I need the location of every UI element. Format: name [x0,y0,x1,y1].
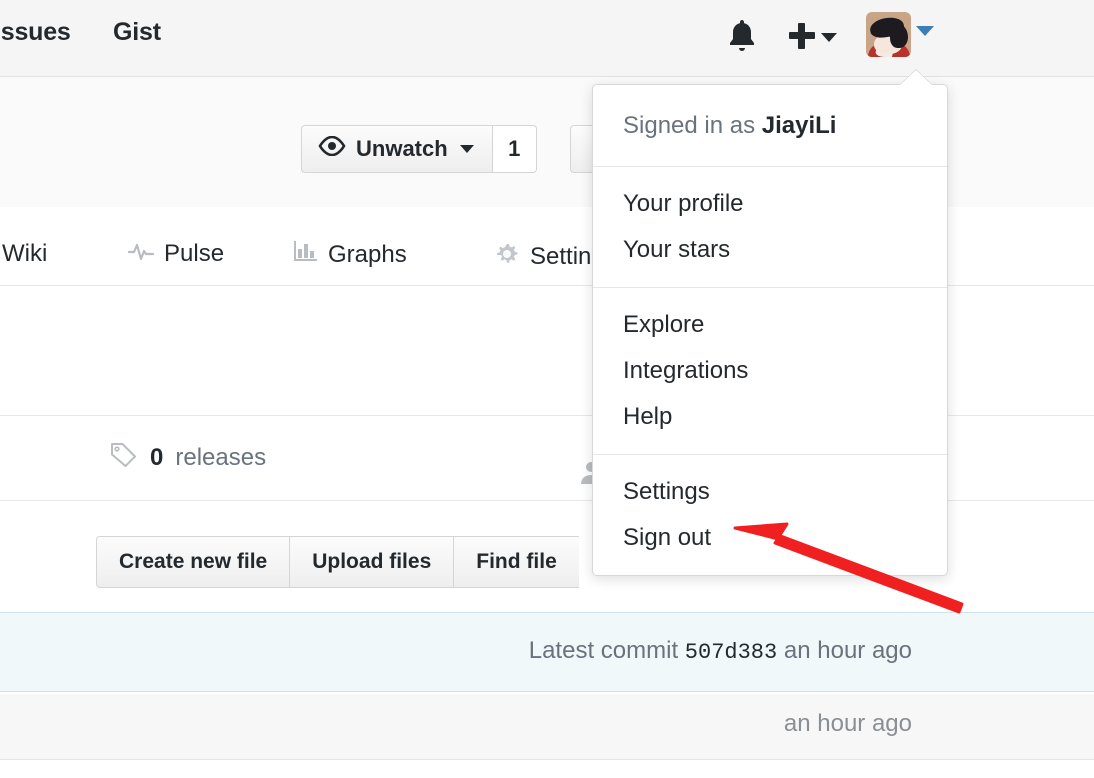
tag-icon [110,441,138,474]
avatar-chevron-down-icon[interactable] [916,26,934,36]
tab-graphs-label: Graphs [328,240,407,268]
menu-item-help[interactable]: Help [593,394,947,440]
dropdown-arrow [900,70,932,85]
signed-in-as: Signed in as JiayiLi [593,85,947,167]
releases-link[interactable]: 0 releases [110,441,266,474]
user-dropdown-menu: Signed in as JiayiLi Your profile Your s… [592,84,948,576]
tab-pulse-label: Pulse [164,240,225,267]
bar-chart-icon [294,240,318,269]
menu-group-discover: Explore Integrations Help [593,287,947,454]
nav-link-issues[interactable]: Issues [0,18,71,47]
menu-item-integrations[interactable]: Integrations [593,348,947,394]
find-file-button[interactable]: Find file [453,536,579,588]
site-header: Issues Gist [0,0,1094,77]
avatar-hair-side [890,24,908,48]
notifications-button[interactable] [722,14,762,58]
watch-button-group: Unwatch 1 [301,125,537,173]
menu-item-your-profile[interactable]: Your profile [593,181,947,227]
avatar[interactable] [866,12,911,57]
github-repo-page: Issues Gist Unwatch 1 Wiki Pulse Graphs … [0,0,1094,778]
pulse-icon [127,240,155,268]
chevron-down-icon [821,33,837,42]
unwatch-label: Unwatch [356,136,448,161]
tab-wiki[interactable]: Wiki [2,240,47,268]
upload-files-button[interactable]: Upload files [289,536,454,588]
signed-in-prefix: Signed in as [623,112,756,139]
latest-commit-text: Latest commit 507d383 an hour ago [529,637,912,665]
tab-pulse[interactable]: Pulse [127,240,225,268]
plus-icon [789,23,815,49]
menu-item-your-stars[interactable]: Your stars [593,227,947,273]
file-action-buttons: Create new file Upload files Find file [96,536,579,588]
tab-graphs[interactable]: Graphs [294,240,407,269]
menu-item-explore[interactable]: Explore [593,302,947,348]
eye-icon [318,135,346,162]
tab-wiki-label: Wiki [2,240,48,267]
menu-group-account: Your profile Your stars [593,167,947,287]
latest-commit-bar: Latest commit 507d383 an hour ago [0,612,1094,692]
menu-item-settings[interactable]: Settings [593,469,947,515]
create-new-file-button[interactable]: Create new file [96,536,290,588]
menu-item-sign-out[interactable]: Sign out [593,515,947,561]
releases-label: releases [175,443,267,471]
unwatch-button[interactable]: Unwatch [301,125,492,173]
chevron-down-icon [459,145,474,153]
menu-group-session: Settings Sign out [593,454,947,575]
file-row-time: an hour ago [783,710,912,737]
nav-link-gist[interactable]: Gist [113,18,161,47]
watch-count[interactable]: 1 [491,125,537,173]
signed-in-username: JiayiLi [761,112,837,139]
gear-icon [494,240,520,273]
commit-sha[interactable]: 507d383 [685,640,777,665]
file-list-row[interactable]: an hour ago [0,694,1094,760]
releases-count: 0 [150,443,164,471]
commit-time: an hour ago [783,637,912,664]
create-new-button[interactable] [789,16,839,56]
latest-commit-prefix: Latest commit [528,637,679,664]
